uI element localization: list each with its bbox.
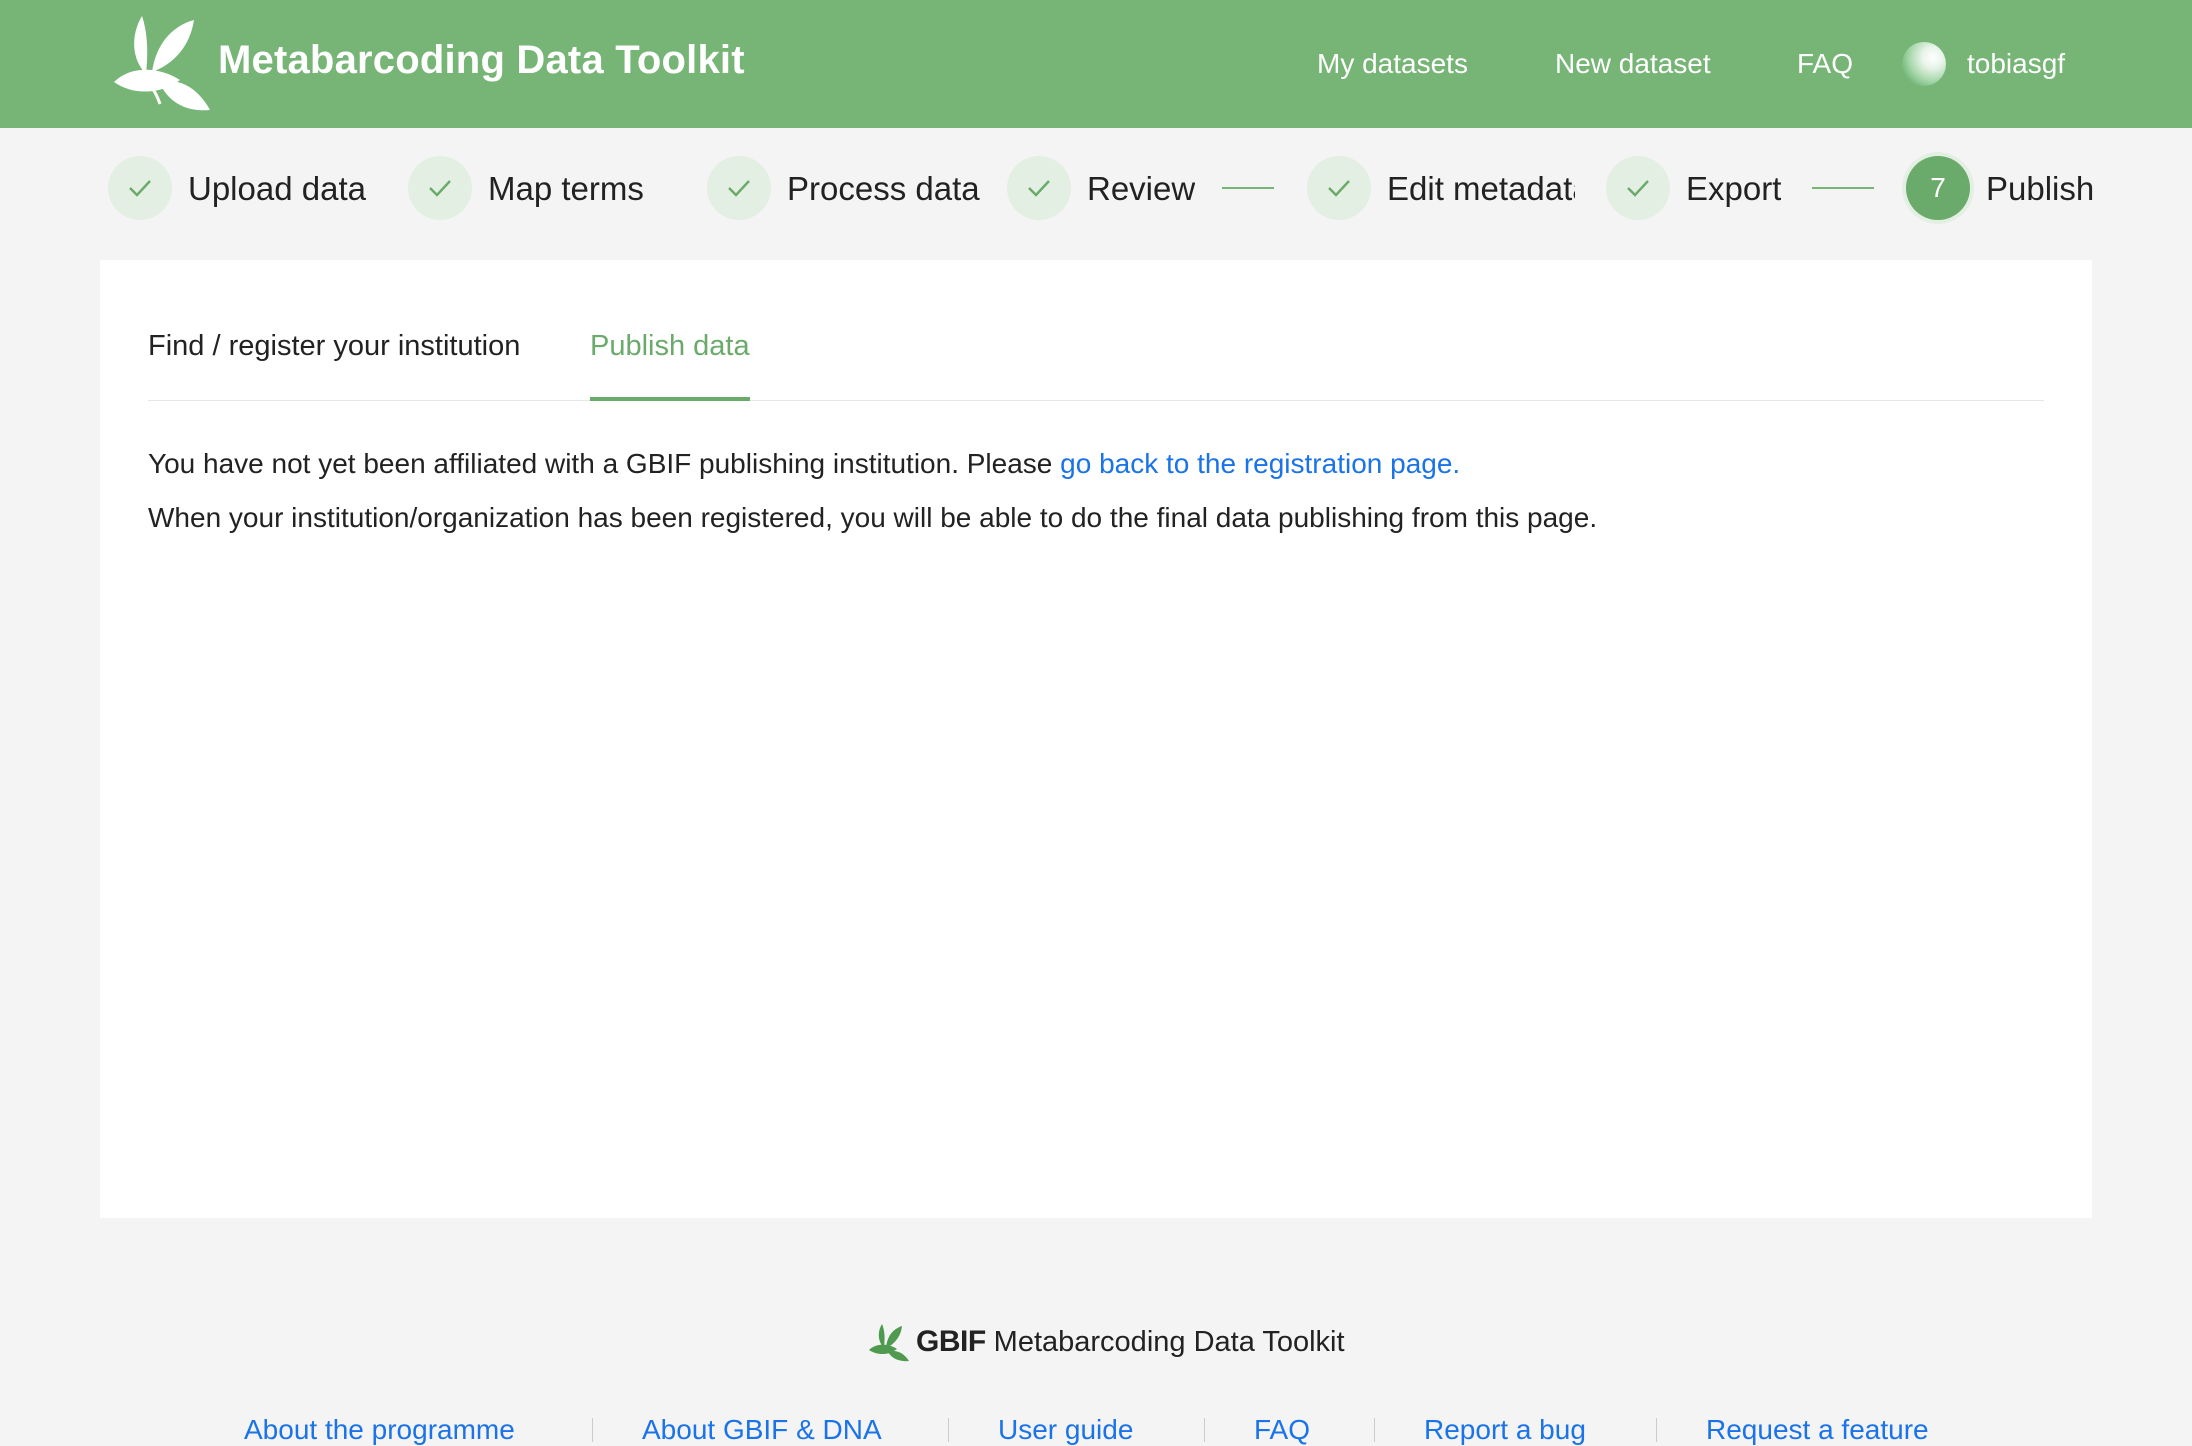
- user-menu[interactable]: tobiasgf: [1967, 48, 2065, 80]
- footer-separator: [1374, 1418, 1375, 1442]
- message-text: You have not yet been affiliated with a …: [148, 448, 1053, 479]
- check-icon: [1007, 156, 1071, 220]
- step-connector: [1222, 187, 1274, 189]
- footer-link-about-programme[interactable]: About the programme: [244, 1414, 515, 1446]
- step-map-terms[interactable]: Map terms: [408, 156, 698, 220]
- footer-gbif-label: GBIF: [916, 1325, 986, 1358]
- step-edit-metadata[interactable]: Edit metadata: [1307, 156, 1575, 220]
- app-title[interactable]: Metabarcoding Data Toolkit: [218, 38, 745, 83]
- tab-bar: Find / register your institution Publish…: [148, 330, 2044, 401]
- step-label: Map terms: [488, 170, 644, 207]
- step-publish[interactable]: 7 Publish: [1906, 156, 2146, 220]
- footer-link-about-gbif-dna[interactable]: About GBIF & DNA: [642, 1414, 882, 1446]
- step-label: Process data: [787, 170, 980, 207]
- gbif-leaf-icon: [869, 1324, 909, 1362]
- footer-link-request-feature[interactable]: Request a feature: [1706, 1414, 1929, 1446]
- nav-faq[interactable]: FAQ: [1797, 48, 1853, 80]
- active-tab-indicator: [590, 397, 750, 401]
- footer-link-report-bug[interactable]: Report a bug: [1424, 1414, 1586, 1446]
- step-label: Upload data: [188, 170, 366, 207]
- check-icon: [707, 156, 771, 220]
- tab-label: Publish data: [590, 330, 750, 362]
- footer-links: About the programme About GBIF & DNA Use…: [0, 1414, 2192, 1446]
- main-card: Find / register your institution Publish…: [100, 260, 2092, 1218]
- step-label: Publish: [1986, 170, 2095, 207]
- step-label: Review: [1087, 170, 1196, 207]
- check-icon: [1307, 156, 1371, 220]
- step-review[interactable]: Review: [1007, 156, 1207, 220]
- user-avatar[interactable]: [1902, 42, 1946, 86]
- nav-new-dataset[interactable]: New dataset: [1555, 48, 1711, 80]
- footer-separator: [1656, 1418, 1657, 1442]
- footer-brand[interactable]: GBIF Metabarcoding Data Toolkit: [868, 1320, 1345, 1364]
- footer-link-faq[interactable]: FAQ: [1254, 1414, 1310, 1446]
- footer-separator: [592, 1418, 593, 1442]
- footer-separator: [1204, 1418, 1205, 1442]
- leaf-logo-icon[interactable]: [112, 14, 216, 114]
- check-icon: [1606, 156, 1670, 220]
- nav-my-datasets[interactable]: My datasets: [1317, 48, 1468, 80]
- step-process-data[interactable]: Process data: [707, 156, 997, 220]
- tab-find-register-institution[interactable]: Find / register your institution: [148, 330, 520, 399]
- check-icon: [408, 156, 472, 220]
- affiliation-message: You have not yet been affiliated with a …: [148, 448, 1460, 480]
- step-upload-data[interactable]: Upload data: [108, 156, 398, 220]
- top-header: Metabarcoding Data Toolkit My datasets N…: [0, 0, 2192, 128]
- step-label: Export: [1686, 170, 1782, 207]
- footer-separator: [948, 1418, 949, 1442]
- step-export[interactable]: Export: [1606, 156, 1806, 220]
- step-number: 7: [1906, 156, 1970, 220]
- progress-steps: Upload data Map terms Process data Revie…: [0, 128, 2192, 258]
- footer-link-user-guide[interactable]: User guide: [998, 1414, 1133, 1446]
- step-label: Edit metadata: [1387, 170, 1575, 207]
- tab-label: Find / register your institution: [148, 330, 521, 362]
- registration-page-link[interactable]: go back to the registration page.: [1060, 448, 1460, 479]
- tab-publish-data[interactable]: Publish data: [590, 330, 750, 401]
- footer-title: Metabarcoding Data Toolkit: [993, 1325, 1345, 1358]
- step-connector: [1812, 187, 1874, 189]
- check-icon: [108, 156, 172, 220]
- publishing-info-message: When your institution/organization has b…: [148, 502, 1598, 533]
